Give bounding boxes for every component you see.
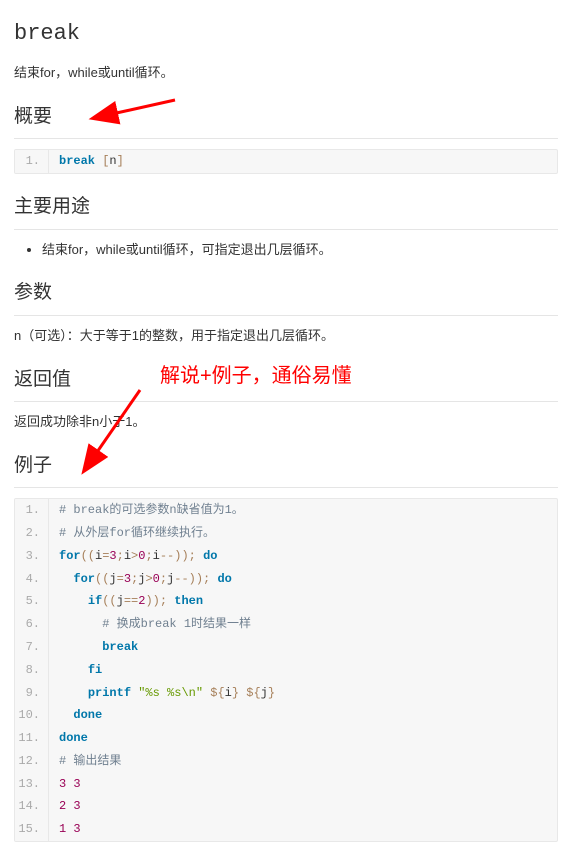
- code-line: 1.break [n]: [15, 150, 557, 173]
- line-number: 14.: [15, 795, 49, 818]
- line-number: 5.: [15, 590, 49, 613]
- line-number: 9.: [15, 682, 49, 705]
- code-line: 1.# break的可选参数n缺省值为1。: [15, 499, 557, 522]
- code-text: # break的可选参数n缺省值为1。: [49, 499, 244, 522]
- code-synopsis: 1.break [n]: [14, 149, 558, 174]
- line-number: 8.: [15, 659, 49, 682]
- line-number: 10.: [15, 704, 49, 727]
- usage-item: 结束for，while或until循环，可指定退出几层循环。: [42, 240, 558, 261]
- code-line: 5. if((j==2)); then: [15, 590, 557, 613]
- usage-list: 结束for，while或until循环，可指定退出几层循环。: [14, 240, 558, 261]
- code-text: # 换成break 1时结果一样: [49, 613, 251, 636]
- code-text: done: [49, 727, 88, 750]
- code-text: 1 3: [49, 818, 81, 841]
- code-line: 9. printf "%s %s\n" ${i} ${j}: [15, 682, 557, 705]
- code-text: printf "%s %s\n" ${i} ${j}: [49, 682, 275, 705]
- code-line: 13.3 3: [15, 773, 557, 796]
- code-text: fi: [49, 659, 102, 682]
- code-text: break [n]: [49, 150, 124, 173]
- params-text: n（可选）：大于等于1的整数，用于指定退出几层循环。: [14, 326, 558, 347]
- code-line: 3.for((i=3;i>0;i--)); do: [15, 545, 557, 568]
- code-line: 7. break: [15, 636, 557, 659]
- intro-text: 结束for，while或until循环。: [14, 63, 558, 84]
- line-number: 13.: [15, 773, 49, 796]
- code-text: done: [49, 704, 102, 727]
- code-text: # 输出结果: [49, 750, 121, 773]
- code-line: 10. done: [15, 704, 557, 727]
- line-number: 6.: [15, 613, 49, 636]
- code-line: 11.done: [15, 727, 557, 750]
- code-text: for((j=3;j>0;j--)); do: [49, 568, 232, 591]
- section-params: 参数: [14, 278, 558, 315]
- line-number: 1.: [15, 150, 49, 173]
- section-usage: 主要用途: [14, 192, 558, 229]
- code-line: 6. # 换成break 1时结果一样: [15, 613, 557, 636]
- section-example: 例子: [14, 451, 558, 488]
- code-line: 15.1 3: [15, 818, 557, 841]
- code-line: 14.2 3: [15, 795, 557, 818]
- code-line: 2.# 从外层for循环继续执行。: [15, 522, 557, 545]
- code-line: 4. for((j=3;j>0;j--)); do: [15, 568, 557, 591]
- line-number: 12.: [15, 750, 49, 773]
- code-line: 12.# 输出结果: [15, 750, 557, 773]
- line-number: 1.: [15, 499, 49, 522]
- section-return: 返回值: [14, 365, 558, 402]
- line-number: 2.: [15, 522, 49, 545]
- return-text: 返回成功除非n小于1。: [14, 412, 558, 433]
- code-line: 8. fi: [15, 659, 557, 682]
- page-title: break: [14, 16, 558, 51]
- code-example: 1.# break的可选参数n缺省值为1。2.# 从外层for循环继续执行。3.…: [14, 498, 558, 842]
- section-synopsis: 概要: [14, 102, 558, 139]
- code-text: break: [49, 636, 138, 659]
- code-text: 2 3: [49, 795, 81, 818]
- line-number: 4.: [15, 568, 49, 591]
- line-number: 7.: [15, 636, 49, 659]
- line-number: 15.: [15, 818, 49, 841]
- line-number: 3.: [15, 545, 49, 568]
- code-text: # 从外层for循环继续执行。: [49, 522, 215, 545]
- code-text: if((j==2)); then: [49, 590, 203, 613]
- code-text: for((i=3;i>0;i--)); do: [49, 545, 217, 568]
- line-number: 11.: [15, 727, 49, 750]
- code-text: 3 3: [49, 773, 81, 796]
